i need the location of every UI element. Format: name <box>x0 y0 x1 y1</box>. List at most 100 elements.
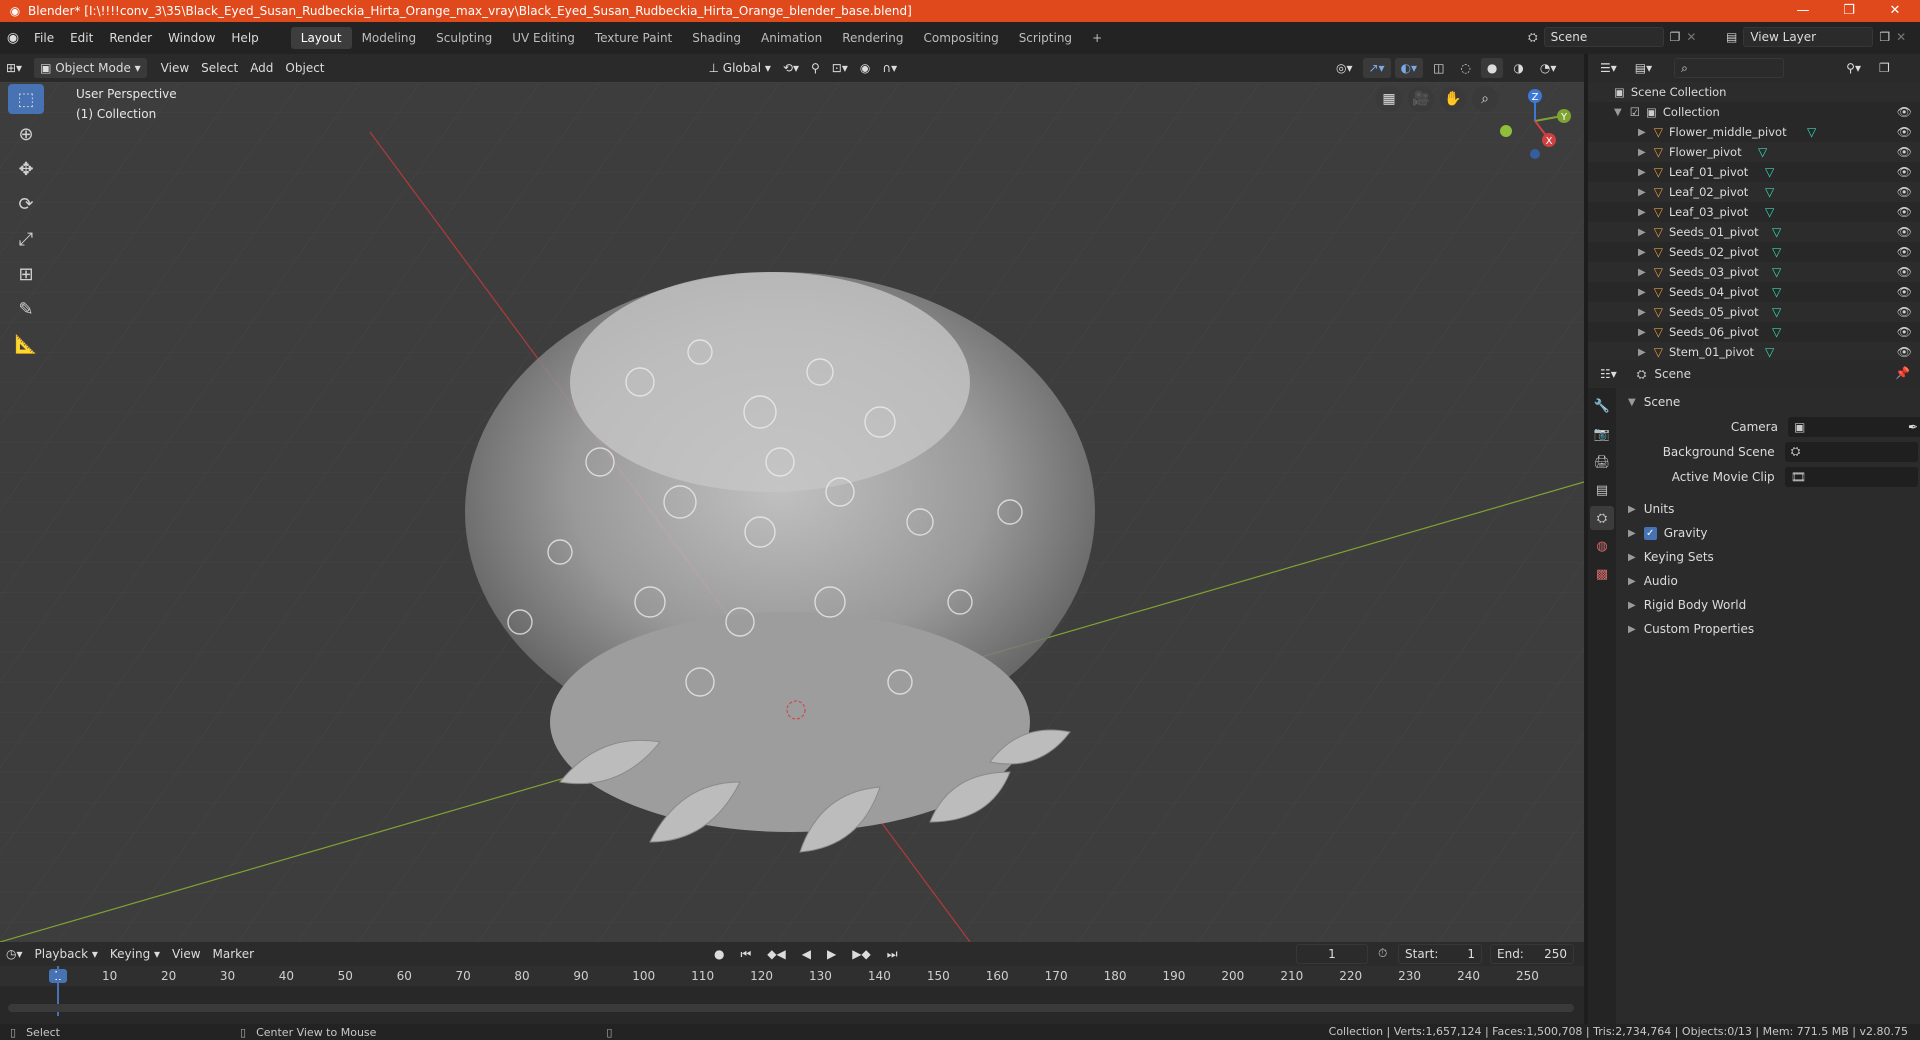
outliner-object-row[interactable]: ▶ ▽ Flower_middle_pivot ▽ 👁 <box>1588 122 1920 142</box>
visibility-eye-icon[interactable]: 👁 <box>1897 125 1912 139</box>
properties-editor-type-icon[interactable]: ☷▾ <box>1594 364 1623 384</box>
visibility-eye-icon[interactable]: 👁 <box>1897 285 1912 299</box>
mesh-data-icon[interactable]: ▽ <box>1772 325 1781 339</box>
eyedropper-icon[interactable]: ✒ <box>1908 420 1918 434</box>
outliner-object-row[interactable]: ▶ ▽ Leaf_01_pivot ▽ 👁 <box>1588 162 1920 182</box>
jump-start-icon[interactable]: ⏮ <box>734 944 757 964</box>
measure-tool-icon[interactable]: 📐 <box>8 329 44 359</box>
units-panel[interactable]: ▶ Units <box>1618 497 1918 521</box>
timeline-menu-view[interactable]: View <box>166 944 206 964</box>
mesh-data-icon[interactable]: ▽ <box>1765 165 1774 179</box>
expand-icon[interactable]: ▶ <box>1638 207 1646 218</box>
workspace-tab-layout[interactable]: Layout <box>290 27 352 49</box>
camera-field[interactable]: ▣ <box>1787 416 1920 437</box>
delete-view-layer-icon[interactable]: ✕ <box>1896 30 1906 44</box>
collection-row[interactable]: ▼ ☑ ▣ Collection 👁 <box>1588 102 1920 122</box>
visibility-eye-icon[interactable]: 👁 <box>1897 265 1912 279</box>
play-icon[interactable]: ▶ <box>821 944 842 964</box>
gravity-checkbox[interactable]: ✓ <box>1643 526 1657 540</box>
visibility-eye-icon[interactable]: 👁 <box>1897 185 1912 199</box>
display-mode-icon[interactable]: ▤▾ <box>1629 58 1658 78</box>
delete-scene-icon[interactable]: ✕ <box>1686 30 1696 44</box>
workspace-tab-uv-editing[interactable]: UV Editing <box>502 27 585 49</box>
navigation-gizmo[interactable]: Z Y X <box>1490 86 1580 166</box>
menu-edit[interactable]: Edit <box>62 27 101 49</box>
annotate-tool-icon[interactable]: ✎ <box>8 294 44 324</box>
keying-sets-panel[interactable]: ▶ Keying Sets <box>1618 545 1918 569</box>
visibility-eye-icon[interactable]: 👁 <box>1897 205 1912 219</box>
outliner-object-row[interactable]: ▶ ▽ Leaf_03_pivot ▽ 👁 <box>1588 202 1920 222</box>
transform-tool-icon[interactable]: ⊞ <box>8 259 44 289</box>
timeline-menu-playback[interactable]: Playback ▾ <box>29 944 104 964</box>
record-button-icon[interactable]: ● <box>708 944 730 964</box>
workspace-tab-rendering[interactable]: Rendering <box>832 27 913 49</box>
outliner-object-row[interactable]: ▶ ▽ Seeds_02_pivot ▽ 👁 <box>1588 242 1920 262</box>
expand-icon[interactable]: ▶ <box>1638 347 1646 358</box>
workspace-tab-animation[interactable]: Animation <box>751 27 832 49</box>
visibility-eye-icon[interactable]: 👁 <box>1897 145 1912 159</box>
viewport-menu-view[interactable]: View <box>155 58 195 78</box>
workspace-tab-sculpting[interactable]: Sculpting <box>426 27 502 49</box>
pin-icon[interactable]: 📌 <box>1895 366 1910 380</box>
viewport-menu-add[interactable]: Add <box>244 58 279 78</box>
wireframe-shading-icon[interactable]: ◌ <box>1454 58 1476 78</box>
texture-tab-icon[interactable]: ▩ <box>1590 562 1614 586</box>
menu-render[interactable]: Render <box>101 27 160 49</box>
viewport-menu-select[interactable]: Select <box>195 58 244 78</box>
pan-hand-icon[interactable]: ✋ <box>1440 86 1466 112</box>
expand-icon[interactable]: ▶ <box>1638 187 1646 198</box>
outliner-object-row[interactable]: ▶ ▽ Seeds_05_pivot ▽ 👁 <box>1588 302 1920 322</box>
menu-window[interactable]: Window <box>160 27 223 49</box>
expand-icon[interactable]: ▶ <box>1638 167 1646 178</box>
frame-ruler[interactable]: 1102030405060708090100110120130140150160… <box>0 966 1584 986</box>
menu-help[interactable]: Help <box>223 27 266 49</box>
mesh-data-icon[interactable]: ▽ <box>1765 345 1774 359</box>
scene-collection-row[interactable]: ▣ Scene Collection <box>1588 82 1920 102</box>
mesh-data-icon[interactable]: ▽ <box>1772 265 1781 279</box>
visibility-eye-icon[interactable]: 👁 <box>1897 105 1912 119</box>
collapse-icon[interactable]: ▼ <box>1614 107 1622 118</box>
material-shading-icon[interactable]: ◑ <box>1507 58 1529 78</box>
snap-icon[interactable]: ⚲ <box>805 58 826 78</box>
workspace-tab-shading[interactable]: Shading <box>682 27 751 49</box>
mode-dropdown[interactable]: ▣ Object Mode ▾ <box>34 58 147 78</box>
new-scene-icon[interactable]: ❐ <box>1670 30 1681 44</box>
world-tab-icon[interactable]: ◍ <box>1590 534 1614 558</box>
rendered-shading-icon[interactable]: ◔▾ <box>1534 58 1563 78</box>
workspace-tab-texture-paint[interactable]: Texture Paint <box>585 27 682 49</box>
visibility-eye-icon[interactable]: 👁 <box>1897 345 1912 359</box>
expand-icon[interactable]: ▶ <box>1638 287 1646 298</box>
end-frame-field[interactable]: End: 250 <box>1490 944 1574 964</box>
transform-orientation-dropdown[interactable]: ⊥ Global ▾ <box>703 58 777 78</box>
visibility-eye-icon[interactable]: 👁 <box>1897 165 1912 179</box>
expand-icon[interactable]: ▶ <box>1638 247 1646 258</box>
viewport-menu-object[interactable]: Object <box>279 58 330 78</box>
expand-icon[interactable]: ▶ <box>1638 307 1646 318</box>
pivot-point-icon[interactable]: ⟲▾ <box>777 58 805 78</box>
view-layer-tab-icon[interactable]: ▤ <box>1590 478 1614 502</box>
view-layer-icon[interactable]: ▤ <box>1726 30 1737 44</box>
play-reverse-icon[interactable]: ◀ <box>796 944 817 964</box>
rigid-body-world-panel[interactable]: ▶ Rigid Body World <box>1618 593 1918 617</box>
audio-panel[interactable]: ▶ Audio <box>1618 569 1918 593</box>
timeline-menu-keying[interactable]: Keying ▾ <box>104 944 166 964</box>
mesh-data-icon[interactable]: ▽ <box>1772 305 1781 319</box>
outliner-object-row[interactable]: ▶ ▽ Stem_01_pivot ▽ 👁 <box>1588 342 1920 362</box>
workspace-tab-compositing[interactable]: Compositing <box>913 27 1008 49</box>
outliner-object-row[interactable]: ▶ ▽ Leaf_02_pivot ▽ 👁 <box>1588 182 1920 202</box>
view-layer-selector[interactable]: View Layer <box>1743 27 1874 47</box>
visibility-icon[interactable]: ◎▾ <box>1330 58 1359 78</box>
minimize-button[interactable]: — <box>1780 0 1826 22</box>
mesh-data-icon[interactable]: ▽ <box>1772 285 1781 299</box>
blender-menu-icon[interactable]: ◉ <box>0 30 26 46</box>
editor-type-icon[interactable]: ⊞▾ <box>0 58 28 78</box>
3d-viewport[interactable] <box>0 82 1584 942</box>
add-workspace-button[interactable]: + <box>1082 27 1112 49</box>
timeline-scrollbar[interactable] <box>8 1004 1574 1012</box>
outliner-object-row[interactable]: ▶ ▽ Flower_pivot ▽ 👁 <box>1588 142 1920 162</box>
current-frame-field[interactable]: 1 <box>1296 944 1368 964</box>
outliner-object-row[interactable]: ▶ ▽ Seeds_03_pivot ▽ 👁 <box>1588 262 1920 282</box>
jump-end-icon[interactable]: ⏭ <box>881 944 904 964</box>
close-button[interactable]: ✕ <box>1872 0 1918 22</box>
mesh-data-icon[interactable]: ▽ <box>1807 125 1816 139</box>
